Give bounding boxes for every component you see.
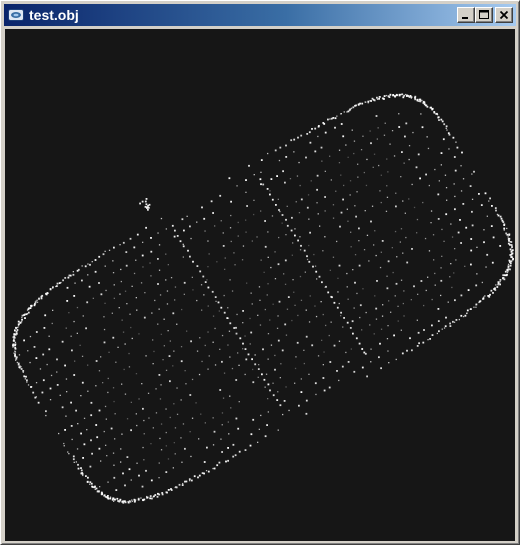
point-cloud: [12, 93, 514, 504]
close-button[interactable]: [495, 7, 513, 23]
render-viewport[interactable]: [5, 29, 515, 541]
app-window-icon[interactable]: [7, 6, 25, 24]
close-icon: [499, 10, 509, 20]
minimize-button[interactable]: [457, 7, 475, 23]
window-title: test.obj: [29, 7, 79, 23]
app-window: test.obj: [0, 0, 520, 545]
title-bar[interactable]: test.obj: [4, 4, 516, 26]
window-controls: [457, 7, 513, 23]
maximize-icon: [479, 10, 489, 19]
maximize-button[interactable]: [475, 7, 493, 23]
minimize-icon: [462, 17, 468, 19]
